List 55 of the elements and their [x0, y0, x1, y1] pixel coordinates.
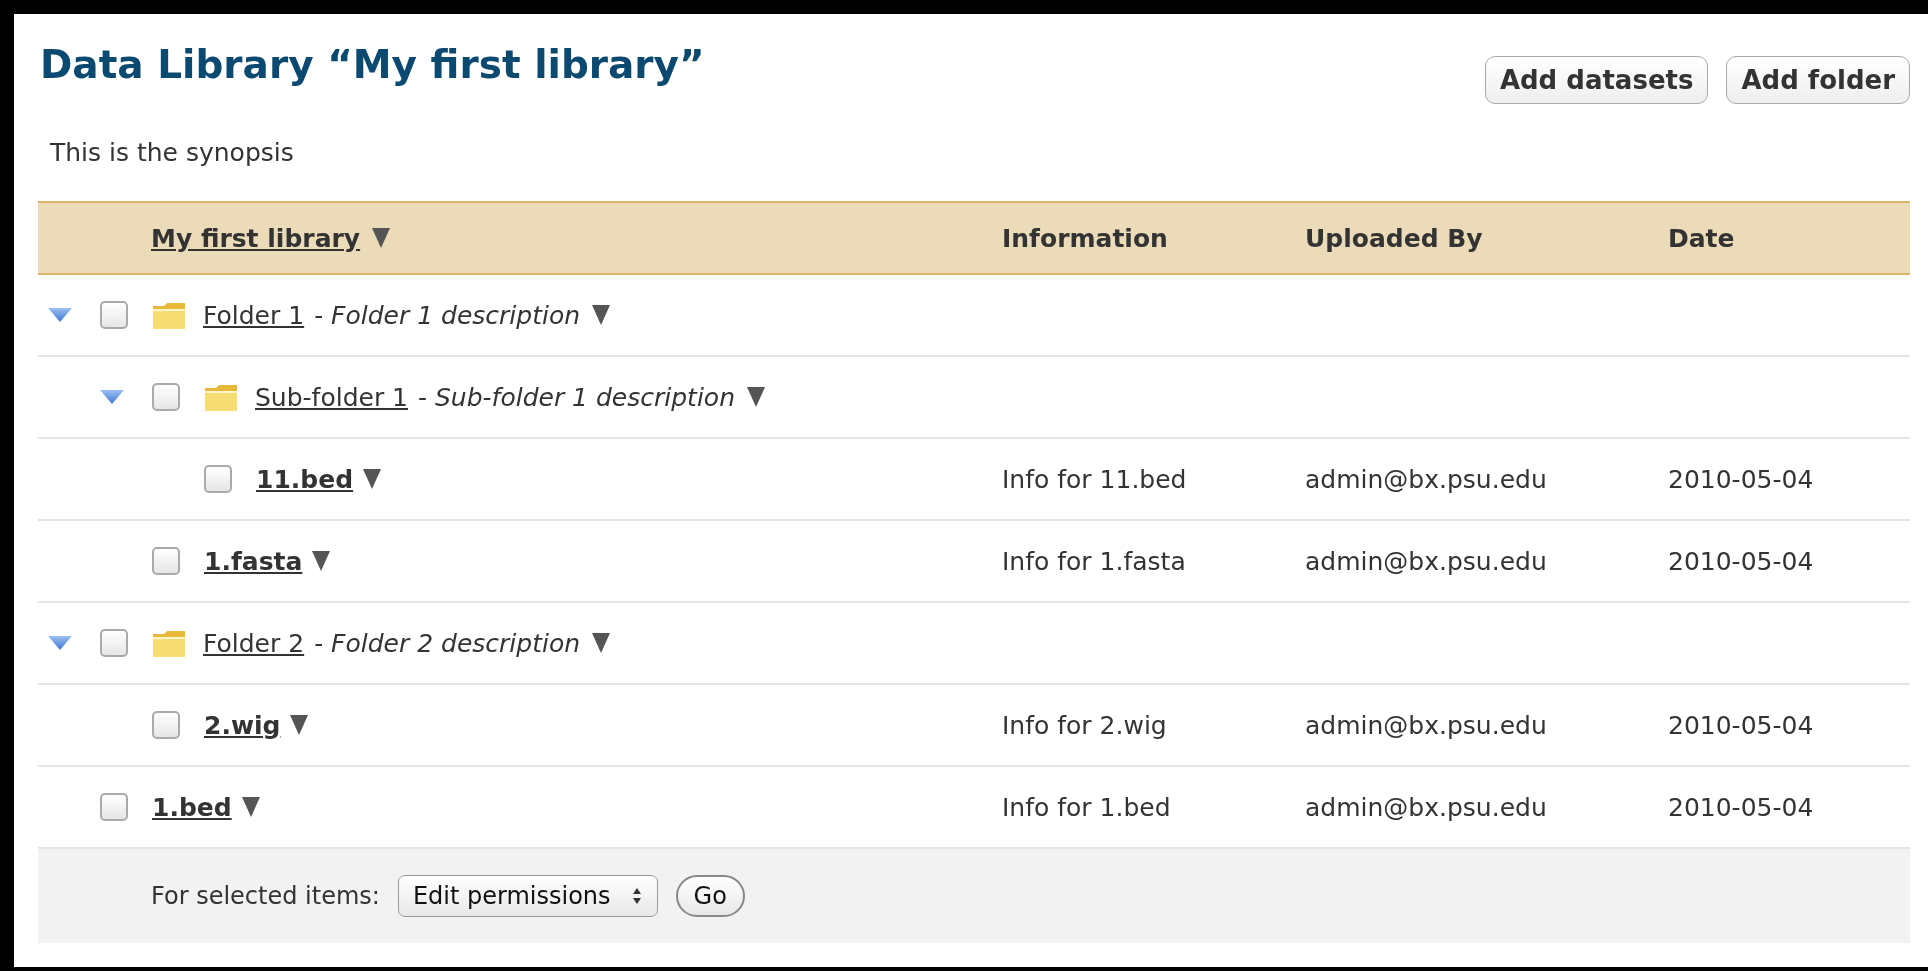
add-button[interactable]: Add folder	[1726, 56, 1910, 104]
table-cell: Info for 11.bed	[1002, 464, 1187, 494]
column-header: Uploaded By	[1305, 223, 1483, 253]
table-cell: admin@bx.psu.edu	[1305, 792, 1547, 822]
caret-icon[interactable]	[241, 797, 260, 817]
caret-icon[interactable]	[363, 469, 382, 489]
folder-icon	[152, 628, 186, 658]
page-title: Data Library “My first library”	[39, 42, 705, 87]
checkbox[interactable]	[204, 465, 232, 493]
checkbox[interactable]	[152, 547, 180, 575]
caret-icon[interactable]	[372, 228, 391, 248]
stepper-icon	[630, 886, 643, 906]
column-header-link[interactable]: My first library	[151, 223, 361, 253]
table-cell: Info for 1.fasta	[1002, 546, 1186, 576]
expand-triangle-icon[interactable]	[100, 389, 124, 405]
checkbox[interactable]	[100, 301, 128, 329]
expand-triangle-icon[interactable]	[48, 307, 72, 323]
folder-link[interactable]: Sub-folder 1	[255, 382, 409, 412]
folder-icon	[204, 382, 238, 412]
go-button[interactable]: Go	[675, 875, 745, 917]
library-synopsis: This is the synopsis	[50, 138, 295, 167]
dataset-link[interactable]: 1.bed	[152, 792, 232, 822]
table-cell: 2010-05-04	[1668, 792, 1814, 822]
action-label: For selected items:	[151, 882, 380, 910]
caret-icon[interactable]	[290, 715, 309, 735]
folder-description: - Folder 2 description	[314, 628, 581, 658]
dataset-link[interactable]: 1.fasta	[204, 546, 303, 576]
caret-icon[interactable]	[592, 305, 611, 325]
table-cell: Info for 2.wig	[1002, 710, 1167, 740]
action-select[interactable]: Edit permissions	[397, 875, 658, 917]
checkbox[interactable]	[152, 383, 180, 411]
add-button[interactable]: Add datasets	[1484, 56, 1709, 104]
dataset-link[interactable]: 11.bed	[256, 464, 354, 494]
folder-description: - Folder 1 description	[314, 300, 581, 330]
table-cell: 2010-05-04	[1668, 710, 1814, 740]
column-header: Information	[1002, 223, 1168, 253]
table-cell: admin@bx.psu.edu	[1305, 710, 1547, 740]
column-header: Date	[1668, 223, 1735, 253]
folder-icon	[152, 300, 186, 330]
caret-icon[interactable]	[592, 633, 611, 653]
table-cell: Info for 1.bed	[1002, 792, 1171, 822]
checkbox[interactable]	[100, 629, 128, 657]
folder-link[interactable]: Folder 1	[203, 300, 305, 330]
dataset-link[interactable]: 2.wig	[204, 710, 281, 740]
caret-icon[interactable]	[312, 551, 331, 571]
checkbox[interactable]	[152, 711, 180, 739]
folder-description: - Sub-folder 1 description	[418, 382, 735, 412]
table-cell: 2010-05-04	[1668, 464, 1814, 494]
caret-icon[interactable]	[747, 387, 765, 407]
table-cell: 2010-05-04	[1668, 546, 1814, 576]
table-cell: admin@bx.psu.edu	[1305, 546, 1547, 576]
checkbox[interactable]	[100, 793, 128, 821]
table-cell: admin@bx.psu.edu	[1305, 464, 1547, 494]
expand-triangle-icon[interactable]	[48, 635, 72, 651]
folder-link[interactable]: Folder 2	[203, 628, 305, 658]
